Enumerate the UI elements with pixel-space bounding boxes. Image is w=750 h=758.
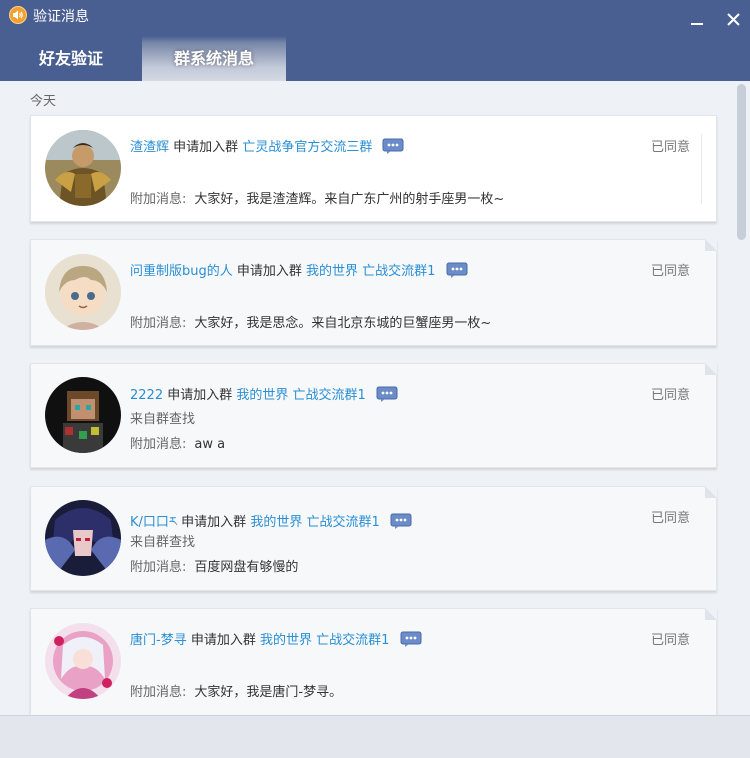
avatar[interactable] — [45, 377, 121, 453]
source-text: 来自群查找 — [130, 535, 196, 550]
attached-message-text: aw a — [194, 437, 226, 452]
tab-bar: 好友验证 群系统消息 — [0, 36, 750, 81]
avatar[interactable] — [45, 623, 121, 699]
request-action-text: 申请加入群 — [173, 140, 239, 155]
attached-message-label: 附加消息: — [130, 316, 187, 331]
group-name-link[interactable]: 我的世界 亡战交流群1 — [250, 515, 379, 530]
attached-message-text: 大家好，我是唐门-梦寻。 — [194, 685, 343, 700]
request-card[interactable]: 渣渣辉 申请加入群 亡灵战争官方交流三群 已同意 附加消息: 大家好，我是渣渣辉。… — [30, 115, 717, 222]
request-action-text: 申请加入群 — [181, 515, 247, 530]
status-label: 已同意 — [650, 633, 690, 648]
status-label: 已同意 — [650, 140, 690, 155]
requester-name-link[interactable]: 2222 — [130, 388, 163, 403]
avatar[interactable] — [45, 500, 121, 576]
attached-message-label: 附加消息: — [130, 560, 187, 575]
group-name-link[interactable]: 我的世界 亡战交流群1 — [260, 633, 389, 648]
chat-bubble-icon[interactable] — [390, 513, 412, 530]
request-card[interactable]: 2222 申请加入群 我的世界 亡战交流群1 已同意 来自群查找 附加消息: aw… — [30, 363, 717, 468]
speaker-icon — [9, 6, 27, 24]
attached-message: 附加消息: 大家好，我是渣渣辉。来自广东广州的射手座男一枚~ — [130, 188, 504, 207]
chat-bubble-icon[interactable] — [400, 631, 422, 648]
requester-name-link[interactable]: 问重制版bug的人 — [130, 264, 233, 279]
status-label: 已同意 — [650, 511, 690, 526]
bottom-bar — [0, 715, 750, 758]
divider — [701, 134, 702, 204]
window-title: 验证消息 — [33, 9, 89, 25]
tab-friend-verification[interactable]: 好友验证 — [0, 36, 142, 81]
requester-name-link[interactable]: 渣渣辉 — [130, 140, 169, 155]
close-icon[interactable] — [724, 8, 744, 28]
vertical-scrollbar[interactable] — [737, 84, 746, 240]
group-name-link[interactable]: 我的世界 亡战交流群1 — [306, 264, 435, 279]
attached-message: 附加消息: aw a — [130, 433, 225, 452]
attached-message-text: 大家好，我是思念。来自北京东城的巨蟹座男一枚~ — [194, 316, 492, 331]
request-card[interactable]: 唐门-梦寻 申请加入群 我的世界 亡战交流群1 已同意 附加消息: 大家好，我是唐… — [30, 608, 717, 715]
fold-corner — [705, 608, 717, 620]
fold-corner — [705, 239, 717, 251]
fold-corner — [705, 486, 717, 498]
chat-bubble-icon[interactable] — [446, 262, 468, 279]
date-section-label: 今天 — [30, 94, 57, 109]
requester-name-link[interactable]: K/口口ར — [130, 515, 177, 530]
attached-message-label: 附加消息: — [130, 685, 187, 700]
fold-corner — [705, 363, 717, 375]
attached-message-label: 附加消息: — [130, 192, 187, 207]
message-list[interactable]: 今天 渣渣辉 申请加入群 亡灵战争官方交流三群 已同意 附加消息: 大家好，我是… — [0, 81, 750, 715]
chat-bubble-icon[interactable] — [376, 386, 398, 403]
title-bar: 验证消息 — [0, 0, 750, 36]
attached-message: 附加消息: 百度网盘有够慢的 — [130, 556, 298, 575]
attached-message-text: 百度网盘有够慢的 — [194, 560, 299, 575]
request-action-text: 申请加入群 — [167, 388, 233, 403]
request-card[interactable]: 问重制版bug的人 申请加入群 我的世界 亡战交流群1 已同意 附加消息: 大家好… — [30, 239, 717, 346]
tab-group-system-messages[interactable]: 群系统消息 — [142, 36, 286, 81]
request-card[interactable]: K/口口ར 申请加入群 我的世界 亡战交流群1 已同意 来自群查找 附加消息: 百… — [30, 486, 717, 591]
attached-message: 附加消息: 大家好，我是思念。来自北京东城的巨蟹座男一枚~ — [130, 312, 491, 331]
source-text: 来自群查找 — [130, 412, 196, 427]
requester-name-link[interactable]: 唐门-梦寻 — [130, 633, 187, 648]
group-name-link[interactable]: 我的世界 亡战交流群1 — [236, 388, 365, 403]
attached-message-label: 附加消息: — [130, 437, 187, 452]
attached-message: 附加消息: 大家好，我是唐门-梦寻。 — [130, 681, 342, 700]
group-name-link[interactable]: 亡灵战争官方交流三群 — [242, 140, 372, 155]
status-label: 已同意 — [650, 264, 690, 279]
request-action-text: 申请加入群 — [190, 633, 256, 648]
chat-bubble-icon[interactable] — [382, 138, 404, 155]
attached-message-text: 大家好，我是渣渣辉。来自广东广州的射手座男一枚~ — [194, 192, 505, 207]
avatar[interactable] — [45, 254, 121, 330]
minimize-icon[interactable] — [687, 8, 707, 28]
avatar[interactable] — [45, 130, 121, 206]
status-label: 已同意 — [650, 388, 690, 403]
request-action-text: 申请加入群 — [236, 264, 302, 279]
